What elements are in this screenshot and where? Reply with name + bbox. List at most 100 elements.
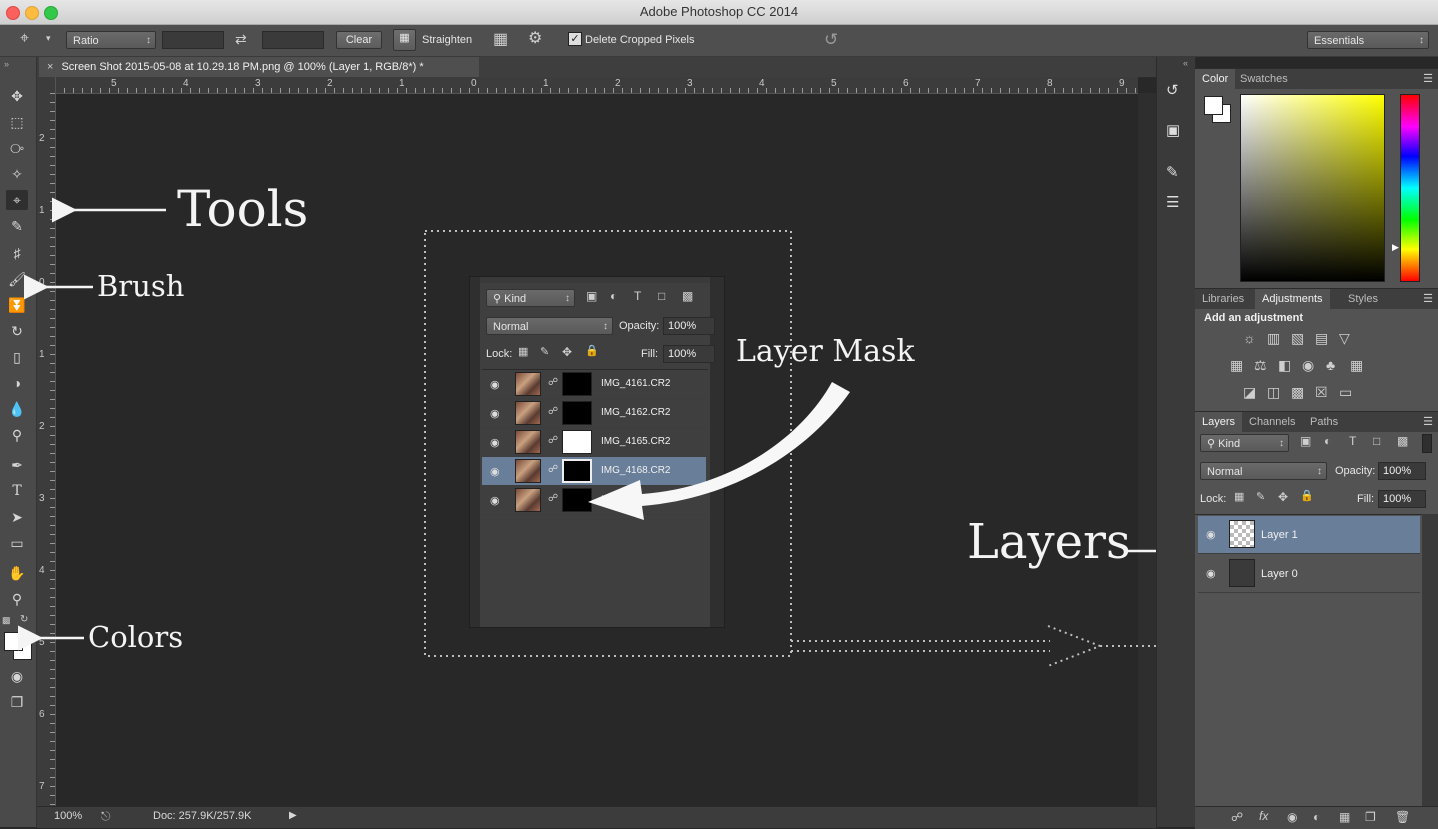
screen-mode-icon[interactable]: ❐ <box>6 692 28 712</box>
hue-slider[interactable] <box>1400 94 1420 282</box>
healing-brush-tool-icon[interactable]: ♯ <box>6 243 28 263</box>
tab-paths[interactable]: Paths <box>1303 412 1345 432</box>
selective-color-icon[interactable]: ☒ <box>1315 385 1328 399</box>
lock-paint-icon[interactable]: ✎ <box>1256 492 1265 503</box>
filter-toggle[interactable] <box>1422 434 1432 453</box>
close-tab-icon[interactable]: × <box>47 61 53 73</box>
eye-icon[interactable]: ◉ <box>1206 528 1216 541</box>
move-tool-icon[interactable]: ✥ <box>6 86 28 106</box>
fx-icon[interactable]: fx <box>1259 810 1268 822</box>
smart-object-filter-icon[interactable]: ▩ <box>1397 435 1408 447</box>
blur-tool-icon[interactable]: 💧 <box>6 399 28 419</box>
pen-tool-icon[interactable]: ✒ <box>6 455 28 475</box>
lock-all-icon[interactable]: 🔒 <box>1300 491 1314 502</box>
adjustment-filter-icon[interactable]: ◐ <box>1324 435 1331 447</box>
brush-presets-icon[interactable]: ✎ <box>1166 163 1179 181</box>
rectangle-tool-icon[interactable]: ▭ <box>6 533 28 553</box>
blend-mode-select[interactable]: Normal <box>1200 462 1327 481</box>
inset-blend-mode-select[interactable]: Normal <box>486 317 613 336</box>
trash-icon[interactable]: 🗑 <box>1395 811 1410 823</box>
exposure-icon[interactable]: ▤ <box>1315 331 1328 345</box>
vibrance-icon[interactable]: ▽ <box>1339 331 1350 345</box>
new-adjustment-layer-icon[interactable]: ◐ <box>1313 811 1320 823</box>
threshold-icon[interactable]: ▩ <box>1291 385 1304 399</box>
width-ratio-input[interactable] <box>162 31 224 49</box>
quick-mask-icon[interactable]: ◉ <box>6 666 28 686</box>
tool-preset-chevron-icon[interactable]: ▾ <box>46 34 51 43</box>
tab-styles[interactable]: Styles <box>1341 289 1385 309</box>
eyedropper-tool-icon[interactable]: ✎ <box>6 216 28 236</box>
lock-transparent-icon[interactable]: ▦ <box>1234 492 1244 503</box>
workspace-select[interactable]: Essentials <box>1307 31 1429 50</box>
tab-adjustments[interactable]: Adjustments <box>1255 289 1330 309</box>
ratio-select[interactable]: Ratio <box>66 31 156 50</box>
straighten-icon[interactable]: ▦ <box>393 29 416 51</box>
layer-row-layer-0[interactable]: ◉ Layer 0 <box>1198 555 1420 593</box>
inset-fill-input[interactable]: 100% <box>663 345 715 363</box>
curves-icon[interactable]: ▧ <box>1291 331 1304 345</box>
swap-icon[interactable]: ⇄ <box>235 32 247 46</box>
fill-input[interactable]: 100% <box>1378 490 1426 508</box>
new-group-icon[interactable]: ▦ <box>1339 811 1350 823</box>
invert-icon[interactable]: ◪ <box>1243 385 1256 399</box>
overlay-grid-icon[interactable]: ▦ <box>493 32 508 48</box>
lasso-tool-icon[interactable]: ⧂ <box>6 138 28 158</box>
opacity-input[interactable]: 100% <box>1378 462 1426 480</box>
type-tool-icon[interactable]: T <box>6 481 28 501</box>
crop-tool-icon[interactable]: ⌖ <box>6 190 28 210</box>
reset-icon[interactable]: ↺ <box>824 31 838 48</box>
link-layers-icon[interactable]: ☍ <box>1231 811 1243 823</box>
tab-channels[interactable]: Channels <box>1242 412 1302 432</box>
swap-colors-icon[interactable]: ↻ <box>20 614 28 625</box>
collapse-icon[interactable]: » <box>4 59 9 69</box>
delete-cropped-checkbox[interactable]: ✓ <box>568 32 582 46</box>
type-filter-icon[interactable]: T <box>1349 435 1356 447</box>
panel-menu-icon[interactable]: ☰ <box>1423 415 1433 428</box>
add-mask-icon[interactable]: ◉ <box>1287 811 1297 823</box>
document-tab[interactable]: × Screen Shot 2015-05-08 at 10.29.18 PM.p… <box>39 57 479 77</box>
crop-tool-icon[interactable]: ⌖ <box>20 31 29 47</box>
height-ratio-input[interactable] <box>262 31 324 49</box>
properties-panel-icon[interactable]: ▣ <box>1166 121 1180 139</box>
hue-slider-handle[interactable]: ▶ <box>1392 242 1399 253</box>
dodge-tool-icon[interactable]: ⚲ <box>6 425 28 445</box>
zoom-level[interactable]: 100% <box>54 810 82 822</box>
magic-wand-tool-icon[interactable]: ✧ <box>6 164 28 184</box>
tab-swatches[interactable]: Swatches <box>1233 69 1295 89</box>
levels-icon[interactable]: ▥ <box>1267 331 1280 345</box>
hue-saturation-icon[interactable]: ▦ <box>1230 358 1243 372</box>
history-brush-tool-icon[interactable]: ↻ <box>6 321 28 341</box>
layer-row-layer-1[interactable]: ◉ Layer 1 <box>1198 516 1420 554</box>
shape-filter-icon[interactable]: □ <box>1373 435 1380 447</box>
brush-tool-icon[interactable]: 🖌 <box>6 269 28 289</box>
tab-libraries[interactable]: Libraries <box>1195 289 1251 309</box>
vertical-ruler[interactable]: 2 1 0 1 2 3 4 5 6 7 <box>37 77 56 807</box>
black-white-icon[interactable]: ◧ <box>1278 358 1291 372</box>
inset-opacity-input[interactable]: 100% <box>663 317 715 335</box>
foreground-color-swatch[interactable] <box>1204 96 1223 115</box>
horizontal-ruler[interactable]: 5 4 3 2 1 0 1 2 3 4 5 6 7 8 9 <box>55 77 1138 94</box>
layers-scrollbar[interactable] <box>1422 514 1438 806</box>
panel-menu-icon[interactable]: ☰ <box>1423 72 1433 85</box>
path-selection-tool-icon[interactable]: ➤ <box>6 507 28 527</box>
new-layer-icon[interactable]: ❐ <box>1365 811 1376 823</box>
zoom-tool-icon[interactable]: ⚲ <box>6 589 28 609</box>
color-lookup-icon[interactable]: ▦ <box>1350 358 1363 372</box>
channel-mixer-icon[interactable]: ♣ <box>1326 358 1335 372</box>
color-balance-icon[interactable]: ⚖ <box>1254 358 1267 372</box>
share-icon[interactable]: ⎋ <box>101 809 111 824</box>
default-colors-icon[interactable]: ▩ <box>2 615 11 626</box>
foreground-color-swatch[interactable] <box>4 632 23 651</box>
eye-icon[interactable]: ◉ <box>1206 567 1216 580</box>
posterize-icon[interactable]: ◫ <box>1267 385 1280 399</box>
stamp-tool-icon[interactable]: ⏬ <box>6 295 28 315</box>
eraser-tool-icon[interactable]: ▯ <box>6 347 28 367</box>
photo-filter-icon[interactable]: ◉ <box>1302 358 1314 372</box>
gear-icon[interactable]: ⚙ <box>528 31 542 47</box>
gradient-map-icon[interactable]: ▭ <box>1339 385 1352 399</box>
paint-bucket-tool-icon[interactable]: ◑ <box>6 373 28 393</box>
status-menu-arrow-icon[interactable]: ▶ <box>289 810 297 821</box>
brightness-contrast-icon[interactable]: ☼ <box>1243 331 1256 345</box>
brush-settings-icon[interactable]: ☰ <box>1166 193 1179 211</box>
collapse-icon[interactable]: « <box>1183 58 1188 68</box>
